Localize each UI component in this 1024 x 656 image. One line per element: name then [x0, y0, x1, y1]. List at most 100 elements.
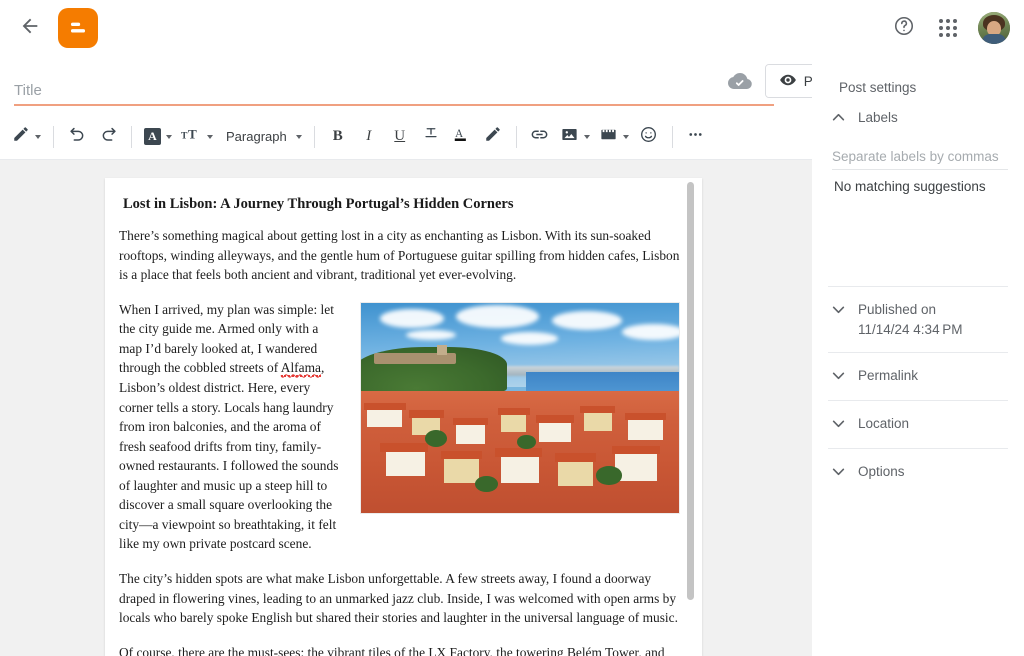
post-title-input[interactable] [14, 82, 774, 106]
post-title-row [0, 56, 812, 112]
paragraph-style-label: Paragraph [222, 129, 291, 144]
sidebar-section-published-on[interactable]: Published on 11/14/24 4:34 PM [828, 287, 1008, 352]
app-bar-actions [884, 8, 1024, 48]
marker-pen-icon [484, 125, 502, 148]
pen-tool-button[interactable] [8, 122, 45, 152]
location-label: Location [858, 414, 909, 434]
options-label: Options [858, 462, 905, 482]
published-on-value: 11/14/24 4:34 PM [858, 322, 963, 337]
strikethrough-icon [422, 125, 440, 148]
toolbar-divider [672, 126, 673, 148]
app-bar [0, 0, 1024, 56]
cloud-done-icon [727, 68, 753, 94]
labels-input[interactable] [832, 149, 1008, 170]
post-image[interactable] [360, 302, 680, 514]
sidebar-section-location[interactable]: Location [828, 401, 1008, 448]
chevron-down-icon [166, 135, 172, 139]
chevron-down-icon [296, 135, 302, 139]
chevron-down-icon [832, 369, 845, 387]
labels-suggestion[interactable]: No matching suggestions [832, 170, 1008, 194]
bold-button[interactable]: B [323, 122, 353, 152]
labels-spacer [832, 194, 1008, 286]
help-button[interactable] [884, 8, 924, 48]
chevron-down-icon [832, 417, 845, 435]
editor-scrollbar-thumb[interactable] [687, 182, 694, 600]
blogger-logo-icon[interactable] [58, 8, 98, 48]
apps-button[interactable] [928, 8, 968, 48]
eye-icon [779, 71, 797, 92]
underline-icon: U [394, 128, 405, 145]
editor-canvas: Lost in Lisbon: A Journey Through Portug… [0, 160, 812, 656]
italic-button[interactable]: I [354, 122, 384, 152]
avatar[interactable] [978, 12, 1010, 44]
post-paragraph: The city’s hidden spots are what make Li… [119, 569, 680, 628]
svg-text:T: T [188, 126, 197, 141]
text-size-icon: T T [181, 125, 202, 148]
sidebar-section-labels-title: Labels [858, 108, 898, 128]
insert-emoji-button[interactable] [634, 122, 664, 152]
format-toolbar: A T T Paragraph B I U A [0, 114, 812, 160]
insert-video-button[interactable] [595, 122, 633, 152]
underline-button[interactable]: U [385, 122, 415, 152]
svg-text:A: A [455, 127, 463, 139]
text-color-icon: A [452, 125, 471, 149]
toolbar-divider [314, 126, 315, 148]
toolbar-divider [131, 126, 132, 148]
published-on-text: Published on 11/14/24 4:34 PM [858, 300, 963, 339]
published-on-label: Published on [858, 302, 936, 317]
chevron-down-icon [832, 465, 845, 483]
back-button[interactable] [10, 8, 50, 48]
chevron-down-icon [832, 303, 845, 321]
svg-text:T: T [181, 130, 188, 141]
paragraph-text-post: , Lisbon’s oldest district. Here, every … [119, 360, 338, 551]
spellcheck-word: Alfama [281, 360, 321, 377]
image-icon [560, 125, 579, 149]
link-icon [530, 125, 549, 149]
more-horizontal-icon [686, 125, 705, 149]
undo-button[interactable] [62, 122, 92, 152]
emoji-smiley-icon [639, 125, 658, 149]
post-title-wrap [14, 82, 774, 106]
toolbar-divider [53, 126, 54, 148]
sidebar-section-options[interactable]: Options [828, 449, 1008, 496]
bold-icon: B [333, 128, 343, 145]
undo-icon [68, 125, 87, 149]
sidebar-section-labels[interactable]: Labels [828, 95, 1008, 142]
apps-grid-icon [939, 19, 957, 37]
font-family-button[interactable]: A [140, 122, 176, 152]
lisbon-cityscape-photo [360, 302, 680, 514]
italic-icon: I [366, 128, 371, 145]
highlight-color-button[interactable] [478, 122, 508, 152]
post-settings-title: Post settings [839, 80, 1008, 95]
strikethrough-button[interactable] [416, 122, 446, 152]
labels-body: No matching suggestions [828, 142, 1008, 286]
more-options-button[interactable] [681, 122, 711, 152]
chevron-down-icon [207, 135, 213, 139]
back-arrow-icon [19, 15, 41, 42]
post-paragraph: There’s something magical about getting … [119, 226, 680, 285]
post-paragraph: Of course, there are the must-sees: the … [119, 643, 680, 656]
sidebar-section-permalink[interactable]: Permalink [828, 353, 1008, 400]
insert-image-button[interactable] [556, 122, 594, 152]
text-color-button[interactable]: A [447, 122, 477, 152]
font-size-button[interactable]: T T [177, 122, 217, 152]
post-editor-page[interactable]: Lost in Lisbon: A Journey Through Portug… [105, 178, 702, 656]
editor-scrollbar[interactable] [687, 182, 694, 652]
post-settings-sidebar: Post settings Labels No matching suggest… [812, 56, 1024, 656]
paragraph-style-button[interactable]: Paragraph [218, 122, 306, 152]
insert-link-button[interactable] [525, 122, 555, 152]
chevron-down-icon [623, 135, 629, 139]
chevron-up-icon [832, 111, 845, 129]
help-circle-icon [893, 15, 915, 42]
chevron-down-icon [35, 135, 41, 139]
font-a-box-icon: A [144, 128, 161, 145]
permalink-label: Permalink [858, 366, 918, 386]
pencil-icon [12, 125, 30, 148]
post-body: There’s something magical about getting … [119, 226, 680, 656]
film-icon [599, 125, 618, 149]
toolbar-divider [516, 126, 517, 148]
redo-icon [99, 125, 118, 149]
chevron-down-icon [584, 135, 590, 139]
redo-button[interactable] [93, 122, 123, 152]
post-heading: Lost in Lisbon: A Journey Through Portug… [123, 196, 680, 213]
